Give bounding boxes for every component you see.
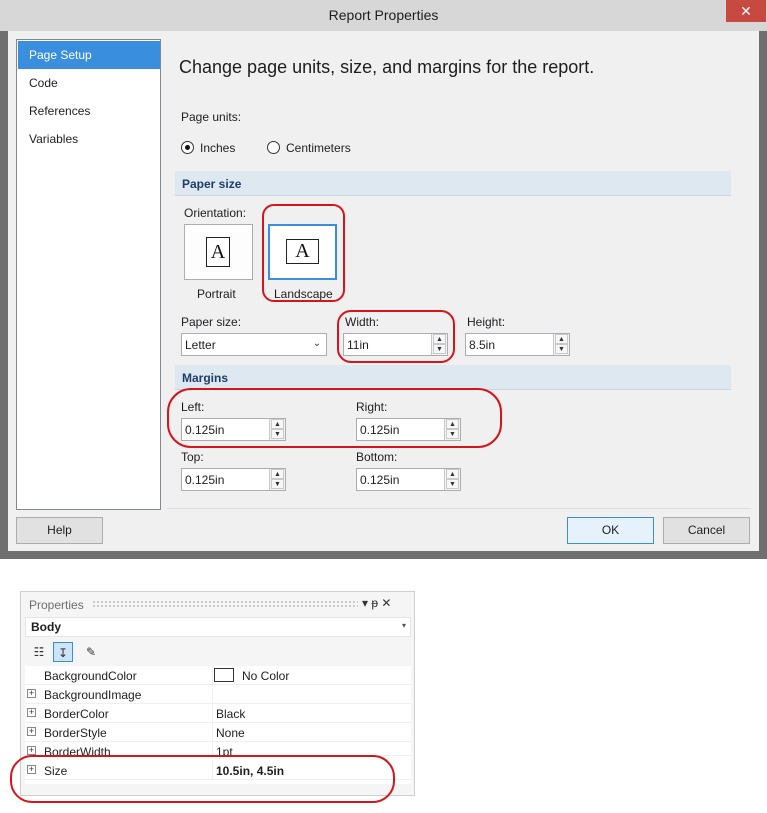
landscape-highlight <box>262 204 345 302</box>
section-title: Margins <box>182 371 229 385</box>
height-label: Height: <box>467 315 506 329</box>
expand-icon[interactable]: + <box>27 727 36 736</box>
close-icon: ✕ <box>740 3 752 19</box>
property-value[interactable]: Black <box>216 707 245 721</box>
bottom-margin-input[interactable]: 0.125in ▲ ▼ <box>356 468 461 491</box>
inches-radio[interactable] <box>181 141 194 154</box>
expand-icon[interactable]: + <box>27 746 36 755</box>
property-name: BackgroundColor <box>44 669 137 683</box>
column-divider <box>212 742 213 755</box>
portrait-label: Portrait <box>197 287 236 301</box>
nav-item-references[interactable]: References <box>18 97 160 125</box>
help-button[interactable]: Help <box>16 517 103 544</box>
close-button[interactable]: ✕ <box>726 0 766 22</box>
top-margin-spinner[interactable]: ▲ ▼ <box>269 469 285 490</box>
property-row-borderwidth[interactable]: + BorderWidth 1pt <box>25 742 411 756</box>
panel-window-controls[interactable]: ▾ ᵽ ✕ <box>362 596 391 610</box>
alphabetical-sort-icon[interactable]: ↧ <box>53 642 73 662</box>
spin-up-icon[interactable]: ▲ <box>555 334 568 344</box>
chevron-down-icon: ⌄ <box>312 338 322 349</box>
spin-down-icon[interactable]: ▼ <box>446 479 459 489</box>
nav-item-label: Variables <box>29 132 79 146</box>
expand-icon[interactable]: + <box>27 689 36 698</box>
column-divider <box>212 704 213 723</box>
cancel-button[interactable]: Cancel <box>663 517 750 544</box>
nav-list: Page Setup Code References Variables <box>16 39 161 510</box>
column-divider <box>212 685 213 704</box>
margins-section-header: Margins <box>175 365 731 390</box>
column-divider <box>212 723 213 742</box>
nav-item-code[interactable]: Code <box>18 69 160 97</box>
centimeters-radio[interactable] <box>267 141 280 154</box>
property-row-backgroundimage[interactable]: + BackgroundImage <box>25 685 411 704</box>
paper-size-label: Paper size: <box>181 315 242 329</box>
size-highlight <box>10 755 395 803</box>
inches-radio-label[interactable]: Inches <box>200 141 235 155</box>
property-row-backgroundcolor[interactable]: BackgroundColor No Color <box>25 666 411 685</box>
paper-size-section-header: Paper size <box>175 171 731 196</box>
height-spinner[interactable]: ▲ ▼ <box>553 334 569 355</box>
bottom-margin-value: 0.125in <box>360 473 400 487</box>
spin-down-icon[interactable]: ▼ <box>271 479 284 489</box>
property-name: BorderColor <box>44 707 109 721</box>
nav-item-label: Page Setup <box>29 48 92 62</box>
page-heading: Change page units, size, and margins for… <box>179 57 595 77</box>
property-pages-icon[interactable]: ✎ <box>81 642 101 662</box>
height-value: 8.5in <box>469 338 496 352</box>
paper-size-select[interactable]: Letter ⌄ <box>181 333 327 356</box>
centimeters-radio-label[interactable]: Centimeters <box>286 141 351 155</box>
expand-icon[interactable]: + <box>27 708 36 717</box>
property-row-bordercolor[interactable]: + BorderColor Black <box>25 704 411 723</box>
nav-item-label: Code <box>29 76 58 90</box>
top-margin-label: Top: <box>181 450 204 464</box>
property-row-borderstyle[interactable]: + BorderStyle None <box>25 723 411 742</box>
bottom-margin-spinner[interactable]: ▲ ▼ <box>444 469 460 490</box>
object-selector[interactable]: Body ▾ <box>25 617 411 637</box>
top-margin-input[interactable]: 0.125in ▲ ▼ <box>181 468 286 491</box>
height-input[interactable]: 8.5in ▲ ▼ <box>465 333 570 356</box>
color-swatch <box>214 668 234 682</box>
spin-down-icon[interactable]: ▼ <box>555 344 568 354</box>
property-value[interactable]: No Color <box>242 669 289 683</box>
page-units-label: Page units: <box>181 110 242 124</box>
portrait-page-icon: A <box>206 237 230 267</box>
footer-divider <box>167 508 751 509</box>
property-name: BorderStyle <box>44 726 107 740</box>
orientation-label: Orientation: <box>184 206 247 220</box>
column-divider <box>212 666 213 685</box>
chevron-down-icon: ▾ <box>401 621 406 630</box>
nav-item-label: References <box>29 104 91 118</box>
portrait-orientation-button[interactable]: A <box>184 224 253 280</box>
dialog-title: Report Properties <box>328 7 439 23</box>
nav-item-variables[interactable]: Variables <box>18 125 160 153</box>
section-title: Paper size <box>182 177 242 191</box>
margins-highlight <box>167 388 502 448</box>
nav-item-page-setup[interactable]: Page Setup <box>18 41 160 69</box>
object-name: Body <box>31 620 61 634</box>
spin-up-icon[interactable]: ▲ <box>271 469 284 479</box>
property-value[interactable]: None <box>216 726 245 740</box>
categorized-icon[interactable]: ☷ <box>29 642 49 662</box>
property-name: BackgroundImage <box>44 688 142 702</box>
width-highlight <box>337 310 455 363</box>
panel-grip[interactable] <box>92 600 358 608</box>
top-margin-value: 0.125in <box>185 473 225 487</box>
ok-button[interactable]: OK <box>567 517 654 544</box>
spin-up-icon[interactable]: ▲ <box>446 469 459 479</box>
paper-size-value: Letter <box>185 338 216 352</box>
properties-title: Properties <box>29 598 84 612</box>
bottom-margin-label: Bottom: <box>356 450 398 464</box>
